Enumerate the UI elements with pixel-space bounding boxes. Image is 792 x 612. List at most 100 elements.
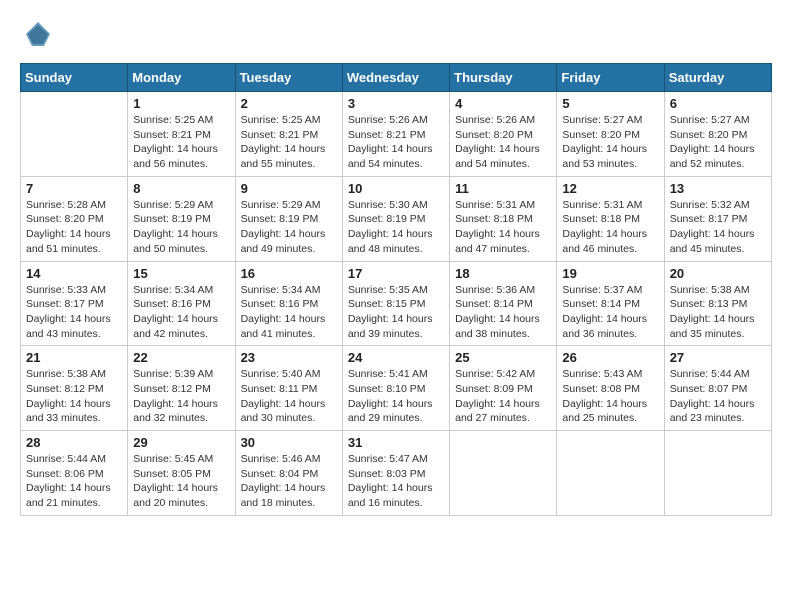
day-info: Sunrise: 5:44 AMSunset: 8:06 PMDaylight:… [26,452,122,511]
day-number: 31 [348,435,444,450]
calendar-cell: 7Sunrise: 5:28 AMSunset: 8:20 PMDaylight… [21,176,128,261]
day-number: 7 [26,181,122,196]
day-number: 10 [348,181,444,196]
day-info: Sunrise: 5:29 AMSunset: 8:19 PMDaylight:… [133,198,229,257]
calendar-cell: 24 Sunrise: 5:41 AMSunset: 8:10 PMDayligh… [342,346,449,431]
calendar-cell: 4 Sunrise: 5:26 AMSunset: 8:20 PMDaylight… [450,92,557,177]
day-info: Sunrise: 5:46 AMSunset: 8:04 PMDaylight:… [241,452,337,511]
day-number: 4 [455,96,551,111]
weekday-header-friday: Friday [557,64,664,92]
day-info: Sunrise: 5:44 AMSunset: 8:07 PMDaylight:… [670,367,766,426]
calendar-cell: 14 Sunrise: 5:33 AMSunset: 8:17 PMDayligh… [21,261,128,346]
calendar-week-row: 1 Sunrise: 5:25 AMSunset: 8:21 PMDaylight… [21,92,772,177]
day-info: Sunrise: 5:43 AMSunset: 8:08 PMDaylight:… [562,367,658,426]
calendar-cell: 10 Sunrise: 5:30 AMSunset: 8:19 PMDayligh… [342,176,449,261]
calendar-cell: 21 Sunrise: 5:38 AMSunset: 8:12 PMDayligh… [21,346,128,431]
calendar-cell: 22 Sunrise: 5:39 AMSunset: 8:12 PMDayligh… [128,346,235,431]
day-info: Sunrise: 5:37 AMSunset: 8:14 PMDaylight:… [562,283,658,342]
calendar-cell: 1Sunrise: 5:25 AMSunset: 8:21 PMDaylight… [128,92,235,177]
day-number: 2 [241,96,337,111]
calendar-cell [21,92,128,177]
day-number: 14 [26,266,122,281]
calendar-cell: 29Sunrise: 5:45 AMSunset: 8:05 PMDayligh… [128,431,235,516]
calendar-cell: 9 Sunrise: 5:29 AMSunset: 8:19 PMDaylight… [235,176,342,261]
day-number: 16 [241,266,337,281]
day-number: 8 [133,181,229,196]
calendar-cell: 2 Sunrise: 5:25 AMSunset: 8:21 PMDaylight… [235,92,342,177]
logo [20,20,52,53]
calendar-cell: 15 Sunrise: 5:34 AMSunset: 8:16 PMDayligh… [128,261,235,346]
calendar-body: 1 Sunrise: 5:25 AMSunset: 8:21 PMDaylight… [21,92,772,516]
calendar-cell [557,431,664,516]
calendar-cell: 13Sunrise: 5:32 AMSunset: 8:17 PMDayligh… [664,176,771,261]
calendar-cell: 12 Sunrise: 5:31 AMSunset: 8:18 PMDayligh… [557,176,664,261]
calendar-cell: 18 Sunrise: 5:36 AMSunset: 8:14 PMDayligh… [450,261,557,346]
day-number: 28 [26,435,122,450]
day-info: Sunrise: 5:34 AMSunset: 8:16 PMDaylight:… [133,283,229,342]
day-number: 13 [670,181,766,196]
day-info: Sunrise: 5:26 AMSunset: 8:20 PMDaylight:… [455,113,551,172]
weekday-header-saturday: Saturday [664,64,771,92]
day-number: 3 [348,96,444,111]
calendar-cell: 5Sunrise: 5:27 AMSunset: 8:20 PMDaylight… [557,92,664,177]
calendar-cell: 6Sunrise: 5:27 AMSunset: 8:20 PMDaylight… [664,92,771,177]
calendar-header: SundayMondayTuesdayWednesdayThursdayFrid… [21,64,772,92]
calendar-cell: 25 Sunrise: 5:42 AMSunset: 8:09 PMDayligh… [450,346,557,431]
day-number: 22 [133,350,229,365]
calendar-cell: 26 Sunrise: 5:43 AMSunset: 8:08 PMDayligh… [557,346,664,431]
day-info: Sunrise: 5:27 AMSunset: 8:20 PMDaylight:… [562,113,658,172]
calendar-cell: 11 Sunrise: 5:31 AMSunset: 8:18 PMDayligh… [450,176,557,261]
calendar-cell: 20Sunrise: 5:38 AMSunset: 8:13 PMDayligh… [664,261,771,346]
calendar-cell: 19 Sunrise: 5:37 AMSunset: 8:14 PMDayligh… [557,261,664,346]
day-number: 15 [133,266,229,281]
calendar-week-row: 7Sunrise: 5:28 AMSunset: 8:20 PMDaylight… [21,176,772,261]
day-number: 9 [241,181,337,196]
day-info: Sunrise: 5:41 AMSunset: 8:10 PMDaylight:… [348,367,444,426]
day-info: Sunrise: 5:40 AMSunset: 8:11 PMDaylight:… [241,367,337,426]
calendar-cell: 27Sunrise: 5:44 AMSunset: 8:07 PMDayligh… [664,346,771,431]
day-number: 24 [348,350,444,365]
calendar-cell: 16Sunrise: 5:34 AMSunset: 8:16 PMDayligh… [235,261,342,346]
day-number: 11 [455,181,551,196]
calendar-week-row: 28 Sunrise: 5:44 AMSunset: 8:06 PMDayligh… [21,431,772,516]
calendar-cell: 31 Sunrise: 5:47 AMSunset: 8:03 PMDayligh… [342,431,449,516]
day-info: Sunrise: 5:31 AMSunset: 8:18 PMDaylight:… [455,198,551,257]
day-info: Sunrise: 5:30 AMSunset: 8:19 PMDaylight:… [348,198,444,257]
calendar-cell: 28 Sunrise: 5:44 AMSunset: 8:06 PMDayligh… [21,431,128,516]
day-number: 6 [670,96,766,111]
weekday-header-wednesday: Wednesday [342,64,449,92]
calendar-cell [450,431,557,516]
calendar-table: SundayMondayTuesdayWednesdayThursdayFrid… [20,63,772,516]
day-info: Sunrise: 5:38 AMSunset: 8:13 PMDaylight:… [670,283,766,342]
weekday-header-tuesday: Tuesday [235,64,342,92]
day-info: Sunrise: 5:47 AMSunset: 8:03 PMDaylight:… [348,452,444,511]
day-info: Sunrise: 5:31 AMSunset: 8:18 PMDaylight:… [562,198,658,257]
day-number: 21 [26,350,122,365]
day-info: Sunrise: 5:36 AMSunset: 8:14 PMDaylight:… [455,283,551,342]
calendar-cell: 17 Sunrise: 5:35 AMSunset: 8:15 PMDayligh… [342,261,449,346]
day-number: 18 [455,266,551,281]
calendar-cell: 8 Sunrise: 5:29 AMSunset: 8:19 PMDaylight… [128,176,235,261]
logo-icon [24,20,52,48]
day-number: 30 [241,435,337,450]
weekday-header-sunday: Sunday [21,64,128,92]
day-info: Sunrise: 5:39 AMSunset: 8:12 PMDaylight:… [133,367,229,426]
day-number: 1 [133,96,229,111]
day-number: 12 [562,181,658,196]
day-info: Sunrise: 5:35 AMSunset: 8:15 PMDaylight:… [348,283,444,342]
calendar-week-row: 21 Sunrise: 5:38 AMSunset: 8:12 PMDayligh… [21,346,772,431]
day-number: 19 [562,266,658,281]
day-info: Sunrise: 5:25 AMSunset: 8:21 PMDaylight:… [241,113,337,172]
calendar-cell: 23Sunrise: 5:40 AMSunset: 8:11 PMDayligh… [235,346,342,431]
day-number: 25 [455,350,551,365]
day-number: 29 [133,435,229,450]
day-info: Sunrise: 5:29 AMSunset: 8:19 PMDaylight:… [241,198,337,257]
day-number: 26 [562,350,658,365]
day-info: Sunrise: 5:38 AMSunset: 8:12 PMDaylight:… [26,367,122,426]
day-number: 17 [348,266,444,281]
calendar-cell: 30 Sunrise: 5:46 AMSunset: 8:04 PMDayligh… [235,431,342,516]
day-info: Sunrise: 5:33 AMSunset: 8:17 PMDaylight:… [26,283,122,342]
calendar-cell: 3 Sunrise: 5:26 AMSunset: 8:21 PMDaylight… [342,92,449,177]
day-info: Sunrise: 5:26 AMSunset: 8:21 PMDaylight:… [348,113,444,172]
day-info: Sunrise: 5:42 AMSunset: 8:09 PMDaylight:… [455,367,551,426]
